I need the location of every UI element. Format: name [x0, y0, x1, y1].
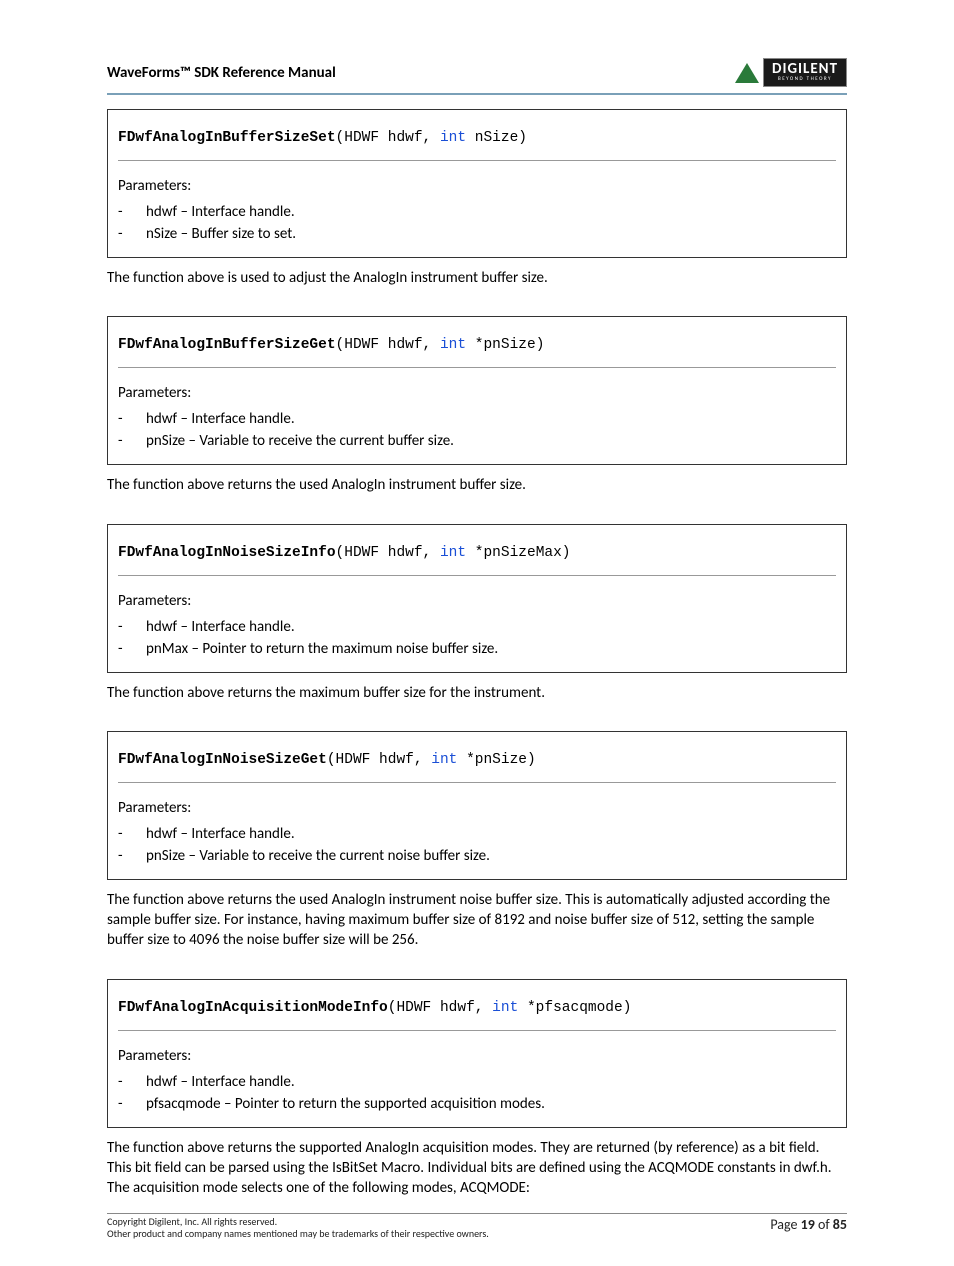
function-description: The function above returns the supported… — [107, 1138, 847, 1199]
parameters-label: Parameters: — [118, 1047, 836, 1065]
parameter-list: hdwf – Interface handle.pnSize – Variabl… — [118, 408, 836, 452]
sig-args-pre: (HDWF hdwf, — [336, 337, 440, 353]
sig-type-keyword: int — [440, 130, 466, 146]
doc-title: WaveForms™ SDK Reference Manual — [107, 64, 336, 82]
footer-legal: Copyright Digilent, Inc. All rights rese… — [107, 1216, 489, 1240]
func-name: FDwfAnalogInAcquisitionModeInfo — [118, 1000, 388, 1016]
parameter-item: pnMax – Pointer to return the maximum no… — [118, 638, 836, 660]
parameter-list: hdwf – Interface handle.pnSize – Variabl… — [118, 823, 836, 867]
page-label: Page — [770, 1216, 800, 1233]
footer-pagenum: Page 19 of 85 — [770, 1216, 847, 1233]
footer-trademark: Other product and company names mentione… — [107, 1228, 489, 1240]
func-name: FDwfAnalogInNoiseSizeInfo — [118, 545, 336, 561]
function-description: The function above is used to adjust the… — [107, 268, 847, 288]
parameter-item: hdwf – Interface handle. — [118, 823, 836, 845]
parameters-label: Parameters: — [118, 384, 836, 402]
digilent-logo: DIGILENT BEYOND THEORY — [735, 58, 847, 87]
page-of: of — [815, 1216, 833, 1233]
page-footer: Copyright Digilent, Inc. All rights rese… — [107, 1213, 847, 1240]
parameter-list: hdwf – Interface handle.pnMax – Pointer … — [118, 616, 836, 660]
parameter-item: hdwf – Interface handle. — [118, 408, 836, 430]
sig-type-keyword: int — [492, 1000, 518, 1016]
sig-args-pre: (HDWF hdwf, — [336, 130, 440, 146]
parameter-item: hdwf – Interface handle. — [118, 616, 836, 638]
func-name: FDwfAnalogInBufferSizeSet — [118, 130, 336, 146]
parameters-label: Parameters: — [118, 177, 836, 195]
page-header: WaveForms™ SDK Reference Manual DIGILENT… — [107, 58, 847, 95]
parameter-item: pnSize – Variable to receive the current… — [118, 845, 836, 867]
sig-args-pre: (HDWF hdwf, — [388, 1000, 492, 1016]
function-signature: FDwfAnalogInAcquisitionModeInfo(HDWF hdw… — [118, 990, 836, 1031]
sig-args-pre: (HDWF hdwf, — [327, 752, 431, 768]
parameters-label: Parameters: — [118, 592, 836, 610]
function-box: FDwfAnalogInNoiseSizeInfo(HDWF hdwf, int… — [107, 524, 847, 673]
func-name: FDwfAnalogInNoiseSizeGet — [118, 752, 327, 768]
parameter-item: pfsacqmode – Pointer to return the suppo… — [118, 1093, 836, 1115]
parameter-item: nSize – Buffer size to set. — [118, 223, 836, 245]
parameter-list: hdwf – Interface handle.pfsacqmode – Poi… — [118, 1071, 836, 1115]
parameters-label: Parameters: — [118, 799, 836, 817]
function-description: The function above returns the maximum b… — [107, 683, 847, 703]
function-signature: FDwfAnalogInBufferSizeSet(HDWF hdwf, int… — [118, 120, 836, 161]
function-signature: FDwfAnalogInNoiseSizeInfo(HDWF hdwf, int… — [118, 535, 836, 576]
function-box: FDwfAnalogInNoiseSizeGet(HDWF hdwf, int … — [107, 731, 847, 880]
parameter-list: hdwf – Interface handle.nSize – Buffer s… — [118, 201, 836, 245]
logo-text: DIGILENT BEYOND THEORY — [763, 58, 847, 87]
sig-type-keyword: int — [440, 545, 466, 561]
sig-type-keyword: int — [440, 337, 466, 353]
parameter-item: hdwf – Interface handle. — [118, 1071, 836, 1093]
logo-tagline: BEYOND THEORY — [772, 77, 838, 82]
sig-args-post: *pnSizeMax) — [466, 545, 570, 561]
func-name: FDwfAnalogInBufferSizeGet — [118, 337, 336, 353]
sig-args-post: *pnSize) — [457, 752, 535, 768]
function-box: FDwfAnalogInBufferSizeGet(HDWF hdwf, int… — [107, 316, 847, 465]
function-description: The function above returns the used Anal… — [107, 475, 847, 495]
page-total: 85 — [833, 1216, 847, 1233]
parameter-item: pnSize – Variable to receive the current… — [118, 430, 836, 452]
function-signature: FDwfAnalogInBufferSizeGet(HDWF hdwf, int… — [118, 327, 836, 368]
function-box: FDwfAnalogInAcquisitionModeInfo(HDWF hdw… — [107, 979, 847, 1128]
sig-args-post: *pfsacqmode) — [518, 1000, 631, 1016]
logo-triangle-icon — [735, 63, 759, 83]
sig-args-pre: (HDWF hdwf, — [336, 545, 440, 561]
function-description: The function above returns the used Anal… — [107, 890, 847, 951]
function-signature: FDwfAnalogInNoiseSizeGet(HDWF hdwf, int … — [118, 742, 836, 783]
parameter-item: hdwf – Interface handle. — [118, 201, 836, 223]
sig-type-keyword: int — [431, 752, 457, 768]
sig-args-post: *pnSize) — [466, 337, 544, 353]
page-current: 19 — [801, 1216, 815, 1233]
function-box: FDwfAnalogInBufferSizeSet(HDWF hdwf, int… — [107, 109, 847, 258]
sig-args-post: nSize) — [466, 130, 527, 146]
